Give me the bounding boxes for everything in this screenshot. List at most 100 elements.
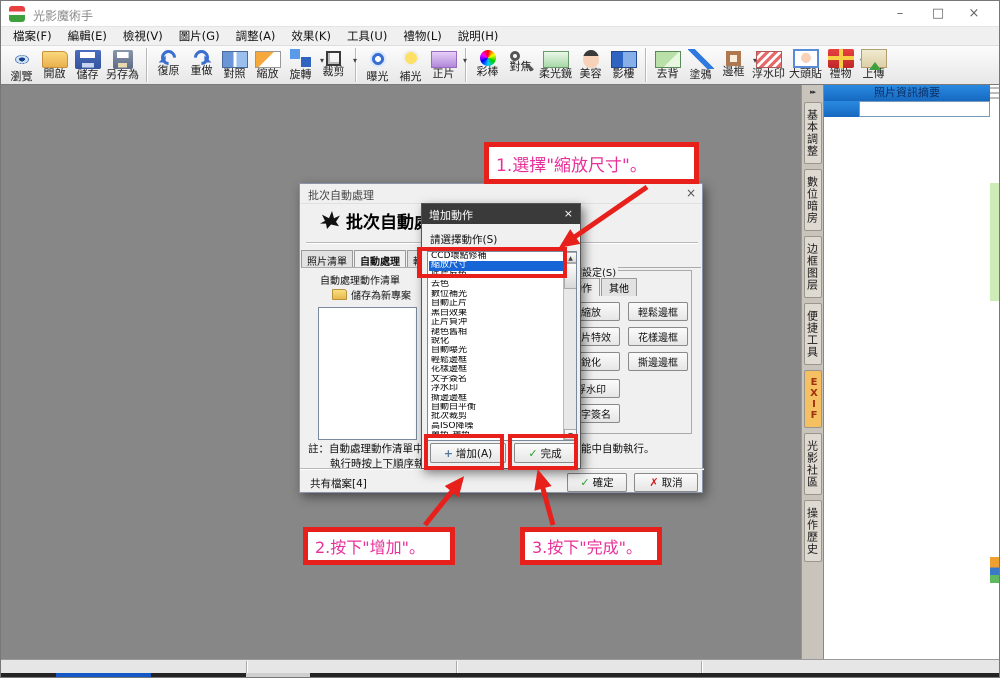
- menu-item[interactable]: 調整(A): [228, 28, 284, 44]
- scroll-down-icon[interactable]: ▼: [564, 429, 577, 440]
- collapse-panel-icon[interactable]: ▸▸: [802, 85, 823, 102]
- scrollbar[interactable]: ▲ ▼: [563, 252, 576, 440]
- action-list-item[interactable]: 高ISO降噪: [429, 422, 563, 431]
- dialog-close-icon[interactable]: ×: [686, 186, 696, 200]
- ok-button[interactable]: ✓ 確定: [567, 473, 627, 492]
- dialog-titlebar[interactable]: 批次自動處理 ×: [300, 184, 702, 204]
- toolbar-button[interactable]: 復原: [152, 47, 185, 77]
- add-button[interactable]: + 增加(A): [430, 443, 506, 463]
- toolbar-button[interactable]: 旋轉 ▾: [284, 47, 317, 81]
- menu-item[interactable]: 工具(U): [339, 28, 395, 44]
- menu-item[interactable]: 編輯(E): [60, 28, 115, 44]
- toolbar-button[interactable]: 曝光: [361, 47, 394, 83]
- toolbar-button[interactable]: 影樓: [607, 47, 640, 80]
- action-list-item[interactable]: 自動正片: [429, 299, 563, 308]
- toolbar-button[interactable]: 美容: [574, 47, 607, 80]
- action-list-item[interactable]: 正片負沖: [429, 318, 563, 327]
- toolbar-separator: [645, 48, 646, 82]
- toolbar-button[interactable]: 開啟: [38, 47, 71, 80]
- toolbar-icon: [222, 51, 248, 68]
- menu-item[interactable]: 檢視(V): [115, 28, 171, 44]
- toolbar-button[interactable]: 對照: [218, 47, 251, 80]
- action-list-item[interactable]: 數位補光: [429, 290, 563, 299]
- action-queue-listbox[interactable]: [318, 307, 417, 440]
- sidebar-tab[interactable]: EXIF: [804, 370, 822, 428]
- option-button[interactable]: 花樣邊框: [628, 327, 688, 346]
- save-as-project-button[interactable]: 儲存為新專案: [326, 286, 417, 303]
- action-list-item[interactable]: 銳化: [429, 337, 563, 346]
- action-list-item[interactable]: 花樣邊框: [429, 365, 563, 374]
- toolbar-button[interactable]: 彩棒: [471, 47, 504, 78]
- toolbar-button[interactable]: 浮水印: [750, 47, 787, 80]
- option-button[interactable]: 輕鬆邊框: [628, 302, 688, 321]
- dialog-tab[interactable]: 自動處理: [354, 250, 406, 267]
- toolbar-button[interactable]: 縮放: [251, 47, 284, 80]
- scroll-up-icon[interactable]: ▲: [564, 252, 577, 263]
- action-list-item[interactable]: 單色-褐色: [429, 431, 563, 440]
- sidebar-tab[interactable]: 便捷工具: [804, 303, 822, 365]
- menu-item[interactable]: 圖片(G): [171, 28, 228, 44]
- menu-item[interactable]: 說明(H): [450, 28, 507, 44]
- dialog-close-icon[interactable]: ×: [564, 207, 573, 220]
- menu-item[interactable]: 檔案(F): [5, 28, 60, 44]
- action-list-item[interactable]: 底片反色: [429, 271, 563, 280]
- toolbar-icon: [688, 49, 714, 69]
- action-list-item[interactable]: 輕鬆邊框: [429, 356, 563, 365]
- sidebar-tab[interactable]: 基本調整: [804, 102, 822, 164]
- dialog-titlebar[interactable]: 增加動作 ×: [422, 204, 580, 224]
- action-list-item[interactable]: 批次裁剪: [429, 412, 563, 421]
- done-button-label: 完成: [541, 446, 562, 461]
- app-window: 光影魔術手 – □ × 檔案(F) 編輯(E) 檢視(V) 圖片(G) 調整(A…: [0, 0, 1000, 678]
- dialog-tab[interactable]: 照片清單: [301, 250, 353, 267]
- scroll-thumb[interactable]: [564, 263, 577, 289]
- toolbar-button[interactable]: 正片 ▾: [427, 47, 460, 80]
- option-button[interactable]: 撕邊邊框: [628, 352, 688, 371]
- toolbar-icon: [255, 51, 281, 68]
- sidebar-tab[interactable]: 光影社區: [804, 433, 822, 495]
- menu-item[interactable]: 效果(K): [283, 28, 339, 44]
- action-list-item[interactable]: 黑白效果: [429, 309, 563, 318]
- action-list-item[interactable]: CCD壞點修補: [429, 252, 563, 261]
- action-list-item[interactable]: 縮放尺寸: [429, 261, 563, 270]
- dropdown-arrow-icon[interactable]: ▾: [353, 56, 357, 65]
- toolbar-button[interactable]: 大頭貼: [787, 47, 824, 80]
- action-list-item[interactable]: 自動曝光: [429, 346, 563, 355]
- action-list-item[interactable]: 撕邊邊框: [429, 394, 563, 403]
- dropdown-arrow-icon[interactable]: ▾: [463, 56, 467, 65]
- minimize-button[interactable]: –: [887, 3, 913, 25]
- action-list-item[interactable]: 文字簽名: [429, 375, 563, 384]
- toolbar-button-label: 禮物: [826, 68, 855, 80]
- toolbar-button[interactable]: 塗鴉: [684, 47, 717, 81]
- toolbar-button[interactable]: 上傳: [857, 47, 890, 80]
- toolbar-button[interactable]: 禮物 ▾: [824, 47, 857, 80]
- dialog-title: 增加動作: [429, 207, 473, 223]
- maximize-button[interactable]: □: [925, 3, 951, 25]
- action-list-item[interactable]: 去色: [429, 280, 563, 289]
- action-list-item[interactable]: 自動白平衡: [429, 403, 563, 412]
- options-tab[interactable]: 其他: [601, 278, 637, 296]
- sidebar-tab[interactable]: 边框图层: [804, 236, 822, 298]
- menu-item[interactable]: 禮物(L): [395, 28, 449, 44]
- toolbar-button[interactable]: 另存為: [104, 47, 141, 81]
- sidebar-tab[interactable]: 數位暗房: [804, 169, 822, 231]
- toolbar-button[interactable]: 儲存: [71, 47, 104, 81]
- toolbar-button[interactable]: 裁剪 ▾: [317, 47, 350, 78]
- close-button[interactable]: ×: [961, 3, 987, 25]
- sidebar-tab[interactable]: 操作歷史: [804, 500, 822, 562]
- action-list-item[interactable]: 浮水印: [429, 384, 563, 393]
- toolbar-button[interactable]: 重做: [185, 47, 218, 77]
- toolbar-button[interactable]: 去背: [651, 47, 684, 80]
- action-list-item[interactable]: 褪色舊相: [429, 328, 563, 337]
- select-action-label: 請選擇動作(S): [430, 232, 497, 247]
- toolbar-button[interactable]: 柔光鏡: [537, 47, 574, 80]
- toolbar-button[interactable]: 瀏覽: [5, 47, 38, 83]
- cancel-button[interactable]: ✗ 取消: [634, 473, 698, 492]
- right-tab-strip: ▸▸ 基本調整 數位暗房 边框图层 便捷工具 EXIF 光影社區 操作歷史: [801, 85, 823, 659]
- photo-info-field[interactable]: [859, 101, 990, 117]
- toolbar-button[interactable]: 邊框 ▾: [717, 47, 750, 78]
- action-list[interactable]: CCD壞點修補 縮放尺寸 底片反色 去色 數位補光 自動正片 黑白效果 正片負沖…: [427, 251, 577, 441]
- action-list-label: 自動處理動作清單: [320, 272, 400, 287]
- toolbar-button[interactable]: 對焦: [504, 47, 537, 73]
- toolbar-button[interactable]: 補光: [394, 47, 427, 83]
- done-button[interactable]: ✓ 完成: [514, 443, 576, 463]
